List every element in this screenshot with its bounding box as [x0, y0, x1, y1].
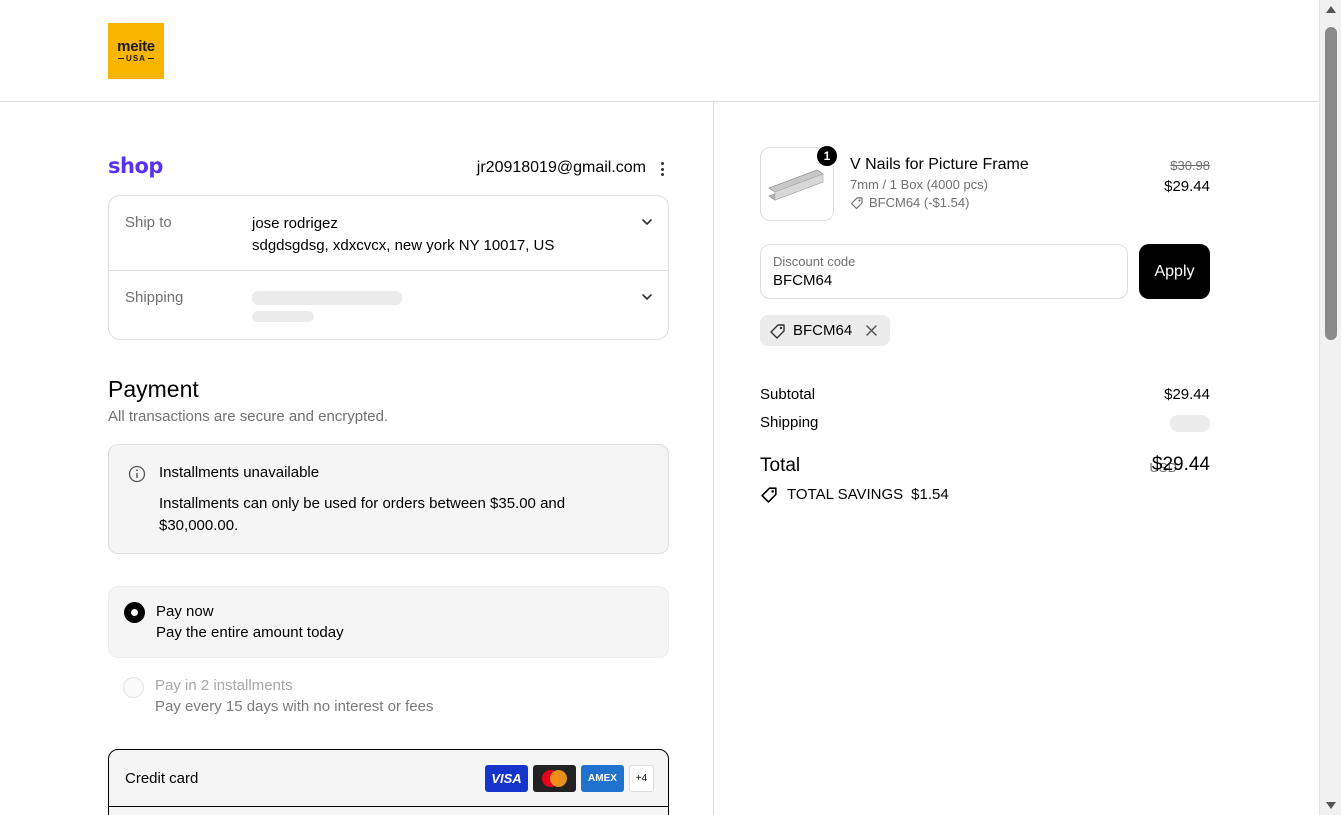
visa-icon: VISA [485, 765, 528, 792]
payment-heading: Payment [108, 376, 199, 402]
mastercard-icon [533, 765, 576, 792]
discount-code-input[interactable] [773, 272, 1113, 289]
total-label: Total [760, 455, 801, 476]
pay-now-title: Pay now [156, 603, 214, 620]
product-name: V Nails for Picture Frame [850, 156, 1029, 173]
shipping-summary-label: Shipping [760, 414, 819, 431]
applied-discount-chip: BFCM64 [760, 315, 890, 346]
shipping-row[interactable]: Shipping [109, 271, 668, 339]
shipping-cost-skeleton [1170, 415, 1210, 432]
pay-installments-radio [123, 677, 144, 698]
card-brands: VISA AMEX +4 [485, 765, 654, 792]
pay-installments-option: Pay in 2 installments Pay every 15 days … [108, 668, 669, 724]
site-header: meite USA [0, 0, 1319, 102]
ship-to-label: Ship to [125, 214, 172, 231]
total-value: $29.44 [1151, 454, 1210, 475]
apply-discount-button[interactable]: Apply [1139, 244, 1210, 299]
applied-discount-code: BFCM64 [793, 322, 853, 339]
original-price: $30.98 [1170, 158, 1210, 173]
shipping-skeleton [252, 291, 402, 305]
logo-text: meite [117, 37, 155, 55]
ship-to-address: sdgdsgdsg, xdxcvcx, new york NY 10017, U… [252, 237, 555, 254]
product-variant: 7mm / 1 Box (4000 pcs) [850, 177, 988, 192]
product-price: $29.44 [1164, 178, 1210, 195]
payment-subtitle: All transactions are secure and encrypte… [108, 408, 389, 425]
discount-code-label: Discount code [773, 254, 856, 269]
chevron-down-icon[interactable] [640, 290, 654, 304]
ship-to-value: jose rodrigez sdgdsgdsg, xdxcvcx, new yo… [252, 213, 554, 257]
pay-now-subtitle: Pay the entire amount today [156, 624, 344, 641]
installments-notice: Installments unavailable Installments ca… [108, 444, 669, 554]
scroll-down-arrow-icon[interactable] [1325, 799, 1337, 811]
scroll-up-arrow-icon[interactable] [1325, 4, 1337, 16]
subtotal-value: $29.44 [1164, 386, 1210, 403]
order-summary: 1 V Nails for Picture Frame 7mm / 1 Box … [715, 102, 1319, 815]
info-icon [128, 465, 146, 483]
ship-to-name: jose rodrigez [252, 215, 338, 232]
notice-title: Installments unavailable [159, 464, 320, 481]
scrollbar[interactable] [1319, 0, 1341, 815]
pay-now-option[interactable]: Pay now Pay the entire amount today [108, 586, 669, 658]
remove-discount-icon[interactable] [865, 324, 878, 337]
credit-card-option[interactable]: Credit card VISA AMEX +4 [108, 749, 669, 815]
review-box: Ship to jose rodrigez sdgdsgdsg, xdxcvcx… [108, 195, 669, 340]
pay-now-radio[interactable] [124, 602, 145, 623]
shop-pay-logo: shop [108, 154, 163, 178]
account-menu-icon[interactable] [658, 160, 666, 178]
discount-code-field[interactable]: Discount code [760, 244, 1128, 299]
amex-icon: AMEX [581, 765, 624, 792]
savings-label: TOTAL SAVINGS [787, 486, 904, 503]
credit-card-header[interactable]: Credit card VISA AMEX +4 [109, 750, 668, 807]
tag-icon [850, 196, 863, 209]
shipping-skeleton-short [252, 311, 314, 322]
checkout-main: shop jr20918019@gmail.com Ship to jose r… [0, 102, 714, 815]
chevron-down-icon[interactable] [640, 215, 654, 229]
more-cards-badge: +4 [629, 765, 654, 792]
product-discount-text: BFCM64 (-$1.54) [869, 195, 970, 210]
scrollbar-thumb[interactable] [1325, 27, 1337, 340]
tag-icon [770, 323, 785, 339]
shipping-label: Shipping [125, 289, 184, 306]
notice-body: Installments can only be used for orders… [159, 495, 566, 534]
product-discount: BFCM64 (-$1.54) [850, 195, 969, 210]
store-logo[interactable]: meite USA [108, 23, 164, 79]
subtotal-label: Subtotal [760, 386, 816, 403]
ship-to-row[interactable]: Ship to jose rodrigez sdgdsgdsg, xdxcvcx… [109, 196, 668, 271]
tag-icon [761, 487, 777, 503]
logo-subtext: USA [118, 54, 154, 64]
account-email: jr20918019@gmail.com [476, 159, 646, 176]
quantity-badge: 1 [815, 144, 839, 168]
credit-card-label: Credit card [125, 770, 199, 787]
pay-installments-title: Pay in 2 installments [155, 677, 293, 694]
pay-installments-subtitle: Pay every 15 days with no interest or fe… [155, 698, 434, 715]
total-savings: TOTAL SAVINGS $1.54 [760, 485, 949, 504]
savings-value: $1.54 [911, 486, 949, 503]
